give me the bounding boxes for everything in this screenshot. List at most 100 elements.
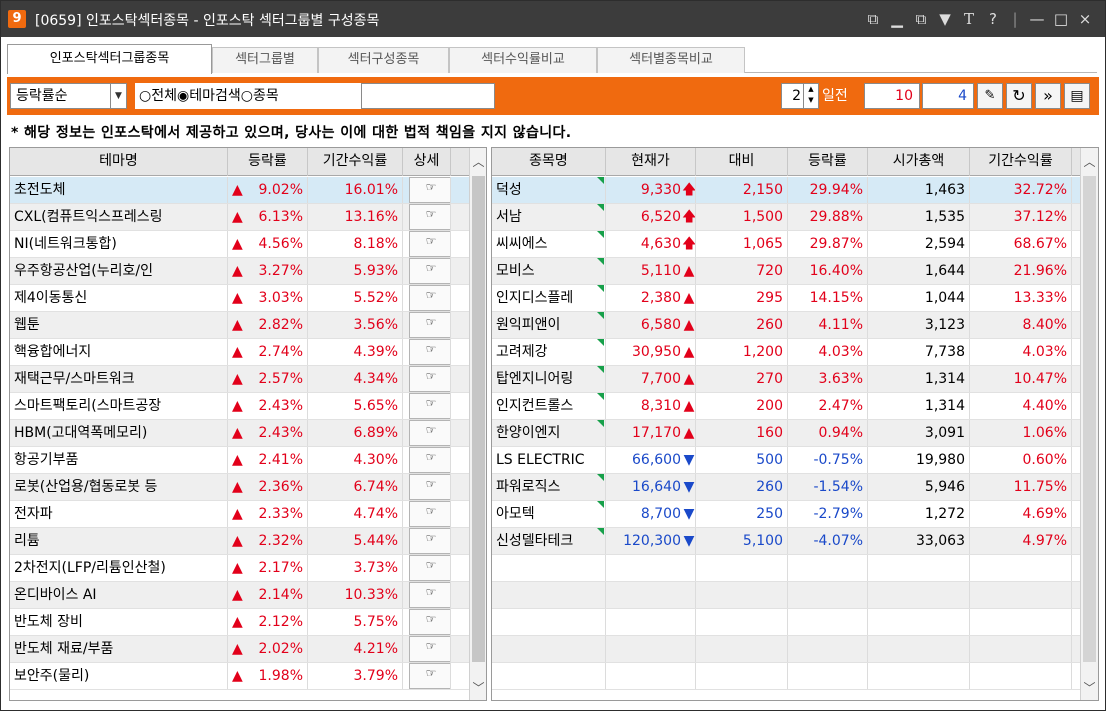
refresh-icon[interactable]: ↻ bbox=[1006, 83, 1032, 109]
chevron-down-icon[interactable]: ﹀ bbox=[1081, 678, 1098, 698]
table-row[interactable]: 신성델타테크 120,300 ▼ 5,100 -4.07% 33,063 4.97% bbox=[492, 528, 1080, 555]
col-diff[interactable]: 대비 bbox=[696, 148, 788, 176]
next-icon[interactable]: » bbox=[1035, 83, 1061, 109]
col-change-rate[interactable]: 등락률 bbox=[228, 148, 308, 176]
table-row[interactable]: 초전도체 ▲ 9.02% 16.01% ☞ bbox=[10, 177, 469, 204]
chevron-down-icon[interactable]: ﹀ bbox=[470, 678, 486, 698]
detail-button[interactable]: ☞ bbox=[409, 663, 450, 689]
table-row[interactable]: 항공기부품 ▲ 2.41% 4.30% ☞ bbox=[10, 447, 469, 474]
days-stepper[interactable]: 2 ▲ ▼ bbox=[781, 83, 819, 109]
detail-button[interactable]: ☞ bbox=[409, 555, 450, 581]
detail-button[interactable]: ☞ bbox=[409, 366, 450, 392]
table-row[interactable]: 서남 6,520 🡅 1,500 29.88% 1,535 37.12% bbox=[492, 204, 1080, 231]
table-row[interactable]: 반도체 재료/부품 ▲ 2.02% 4.21% ☞ bbox=[10, 636, 469, 663]
table-row[interactable]: 웹툰 ▲ 2.82% 3.56% ☞ bbox=[10, 312, 469, 339]
theme-table-scrollbar[interactable]: ︿ ﹀ bbox=[469, 148, 486, 700]
table-row[interactable]: 인지컨트롤스 8,310 ▲ 200 2.47% 1,314 4.40% bbox=[492, 393, 1080, 420]
col-stock-name[interactable]: 종목명 bbox=[492, 148, 606, 176]
table-row[interactable]: 2차전지(LFP/리튬인산철) ▲ 2.17% 3.73% ☞ bbox=[10, 555, 469, 582]
table-row[interactable]: 반도체 장비 ▲ 2.12% 5.75% ☞ bbox=[10, 609, 469, 636]
detail-button[interactable]: ☞ bbox=[409, 258, 450, 284]
table-row[interactable]: 덕성 9,330 🡅 2,150 29.94% 1,463 32.72% bbox=[492, 177, 1080, 204]
pin-icon[interactable]: ▼ bbox=[935, 9, 955, 29]
font-size-icon[interactable]: T bbox=[959, 9, 979, 29]
radio-theme[interactable]: ◉테마검색 bbox=[177, 88, 241, 104]
radio-all[interactable]: ○전체 bbox=[139, 88, 177, 104]
help-icon[interactable]: ? bbox=[983, 9, 1003, 29]
table-row[interactable]: LS ELECTRIC 66,600 ▼ 500 -0.75% 19,980 0.60% bbox=[492, 447, 1080, 474]
print-icon[interactable]: ▤ bbox=[1064, 83, 1090, 109]
table-row[interactable]: HBM(고대역폭메모리) ▲ 2.43% 6.89% ☞ bbox=[10, 420, 469, 447]
settings-pin-icon[interactable]: ✎ bbox=[977, 83, 1003, 109]
minimize-tray-icon[interactable]: ▁ bbox=[887, 9, 907, 29]
chevron-up-icon[interactable]: ︿ bbox=[470, 152, 486, 172]
detail-button[interactable]: ☞ bbox=[409, 420, 450, 446]
table-row[interactable]: 전자파 ▲ 2.33% 4.74% ☞ bbox=[10, 501, 469, 528]
table-row[interactable]: 모비스 5,110 ▲ 720 16.40% 1,644 21.96% bbox=[492, 258, 1080, 285]
link-window-icon[interactable]: ⧉ bbox=[863, 9, 883, 29]
table-row[interactable]: NI(네트워크통합) ▲ 4.56% 8.18% ☞ bbox=[10, 231, 469, 258]
col-theme-name[interactable]: 테마명 bbox=[10, 148, 228, 176]
detail-button[interactable]: ☞ bbox=[409, 393, 450, 419]
table-row[interactable]: 스마트팩토리(스마트공장 ▲ 2.43% 5.65% ☞ bbox=[10, 393, 469, 420]
spin-arrows-icon[interactable]: ▲ ▼ bbox=[803, 84, 818, 108]
table-row[interactable]: 보안주(물리) ▲ 1.98% 3.79% ☞ bbox=[10, 663, 469, 690]
detail-button[interactable]: ☞ bbox=[409, 474, 450, 500]
period-input-1[interactable]: 10 bbox=[864, 83, 920, 109]
detail-button[interactable]: ☞ bbox=[409, 501, 450, 527]
detail-button[interactable]: ☞ bbox=[409, 204, 450, 230]
detail-button[interactable]: ☞ bbox=[409, 582, 450, 608]
detail-button[interactable]: ☞ bbox=[409, 339, 450, 365]
title-bar[interactable]: 9 [0659] 인포스탁섹터종목 - 인포스탁 섹터그룹별 구성종목 ⧉ ▁ … bbox=[1, 1, 1105, 37]
col-price[interactable]: 현재가 bbox=[606, 148, 696, 176]
table-row[interactable]: 한양이엔지 17,170 ▲ 160 0.94% 3,091 1.06% bbox=[492, 420, 1080, 447]
chevron-down-icon[interactable]: ▼ bbox=[110, 84, 126, 108]
sort-select[interactable]: 등락률순 ▼ bbox=[10, 83, 127, 109]
tab-sector-stock-compare[interactable]: 섹터별종목비교 bbox=[597, 47, 745, 73]
table-row[interactable]: 핵융합에너지 ▲ 2.74% 4.39% ☞ bbox=[10, 339, 469, 366]
table-row[interactable]: 리튬 ▲ 2.32% 5.44% ☞ bbox=[10, 528, 469, 555]
app-icon[interactable]: 9 bbox=[8, 10, 26, 28]
detail-button[interactable]: ☞ bbox=[409, 285, 450, 311]
table-row[interactable]: 인지디스플레 2,380 ▲ 295 14.15% 1,044 13.33% bbox=[492, 285, 1080, 312]
tab-sector-return-compare[interactable]: 섹터수익률비교 bbox=[449, 47, 597, 73]
restore-icon[interactable]: ⧉ bbox=[911, 9, 931, 29]
search-input[interactable] bbox=[361, 83, 495, 109]
table-row[interactable]: 파워로직스 16,640 ▼ 260 -1.54% 5,946 11.75% bbox=[492, 474, 1080, 501]
detail-button[interactable]: ☞ bbox=[409, 609, 450, 635]
table-row[interactable]: 고려제강 30,950 ▲ 1,200 4.03% 7,738 4.03% bbox=[492, 339, 1080, 366]
tab-sector-group[interactable]: 섹터그룹별 bbox=[212, 47, 318, 73]
table-row[interactable]: 로봇(산업용/협동로봇 등 ▲ 2.36% 6.74% ☞ bbox=[10, 474, 469, 501]
table-row[interactable]: 온디바이스 AI ▲ 2.14% 10.33% ☞ bbox=[10, 582, 469, 609]
col-period-return[interactable]: 기간수익률 bbox=[308, 148, 403, 176]
table-row[interactable]: CXL(컴퓨트익스프레스링 ▲ 6.13% 13.16% ☞ bbox=[10, 204, 469, 231]
scroll-thumb[interactable] bbox=[472, 176, 485, 662]
tab-infostock-sector-group[interactable]: 인포스탁섹터그룹종목 bbox=[7, 44, 212, 74]
col-market-cap[interactable]: 시가총액 bbox=[868, 148, 970, 176]
minimize-icon[interactable]: — bbox=[1027, 9, 1047, 29]
col-period-return[interactable]: 기간수익률 bbox=[970, 148, 1072, 176]
detail-button[interactable]: ☞ bbox=[409, 447, 450, 473]
radio-stock[interactable]: ○종목 bbox=[241, 88, 279, 104]
col-rate[interactable]: 등락률 bbox=[788, 148, 868, 176]
detail-button[interactable]: ☞ bbox=[409, 177, 450, 203]
detail-button[interactable]: ☞ bbox=[409, 231, 450, 257]
table-row[interactable]: 탑엔지니어링 7,700 ▲ 270 3.63% 1,314 10.47% bbox=[492, 366, 1080, 393]
table-row[interactable]: 우주항공산업(누리호/인 ▲ 3.27% 5.93% ☞ bbox=[10, 258, 469, 285]
stock-table-scrollbar[interactable]: ︿ ﹀ bbox=[1080, 148, 1098, 700]
col-detail[interactable]: 상세 bbox=[403, 148, 451, 176]
scroll-thumb[interactable] bbox=[1083, 176, 1096, 662]
table-row[interactable]: 씨씨에스 4,630 🡅 1,065 29.87% 2,594 68.67% bbox=[492, 231, 1080, 258]
table-row[interactable]: 원익피앤이 6,580 ▲ 260 4.11% 3,123 8.40% bbox=[492, 312, 1080, 339]
maximize-icon[interactable]: □ bbox=[1051, 9, 1071, 29]
detail-button[interactable]: ☞ bbox=[409, 636, 450, 662]
detail-button[interactable]: ☞ bbox=[409, 312, 450, 338]
tab-sector-stocks[interactable]: 섹터구성종목 bbox=[318, 47, 449, 73]
chevron-up-icon[interactable]: ︿ bbox=[1081, 152, 1098, 172]
table-row[interactable]: 제4이동통신 ▲ 3.03% 5.52% ☞ bbox=[10, 285, 469, 312]
period-input-2[interactable]: 4 bbox=[922, 83, 974, 109]
detail-button[interactable]: ☞ bbox=[409, 528, 450, 554]
close-icon[interactable]: × bbox=[1075, 9, 1095, 29]
table-row[interactable]: 재택근무/스마트워크 ▲ 2.57% 4.34% ☞ bbox=[10, 366, 469, 393]
table-row[interactable]: 아모텍 8,700 ▼ 250 -2.79% 1,272 4.69% bbox=[492, 501, 1080, 528]
